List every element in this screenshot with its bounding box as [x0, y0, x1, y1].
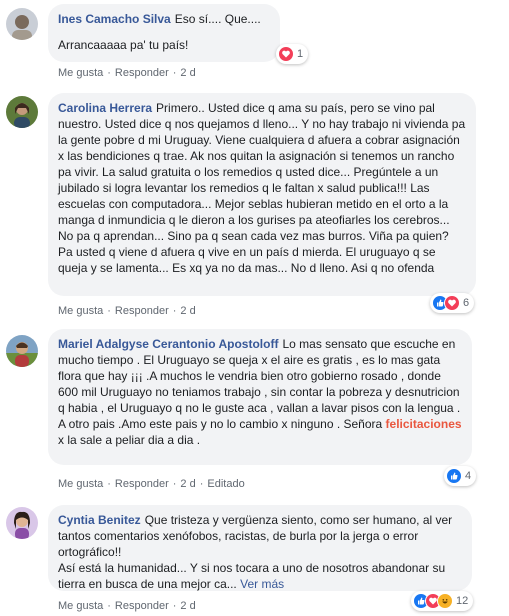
comment-actions: Me gusta · Responder · 2 d [58, 600, 196, 612]
avatar[interactable] [6, 335, 38, 367]
reactions-badge[interactable]: 1 [276, 44, 309, 64]
like-button[interactable]: Me gusta [58, 478, 103, 490]
reaction-count: 6 [463, 297, 470, 309]
reactions-badge[interactable]: 4 [444, 466, 477, 486]
author-name[interactable]: Carolina Herrera [58, 101, 152, 115]
haha-icon [437, 593, 453, 609]
see-more-link[interactable]: Ver más [240, 577, 284, 591]
comment-text: Arrancaaaaa pa' tu país! [58, 38, 189, 52]
reply-button[interactable]: Responder [115, 478, 169, 490]
reactions-badge[interactable]: 6 [430, 293, 475, 313]
comment-bubble: Ines Camacho Silva Eso sí.... Que.... Arr… [48, 4, 280, 62]
avatar[interactable] [6, 8, 38, 40]
timestamp[interactable]: 2 d [180, 67, 195, 79]
reaction-count: 1 [297, 48, 304, 60]
edited-label[interactable]: Editado [207, 478, 244, 490]
reply-button[interactable]: Responder [115, 600, 169, 612]
author-name[interactable]: Cyntia Benitez [58, 513, 141, 527]
like-button[interactable]: Me gusta [58, 67, 103, 79]
like-button[interactable]: Me gusta [58, 600, 103, 612]
comment-bubble: Carolina Herrera Primero.. Usted dice q a… [48, 93, 476, 296]
comment-bubble: Mariel Adalgyse Cerantonio Apostoloff Lo … [48, 329, 472, 465]
author-name[interactable]: Ines Camacho Silva [58, 12, 171, 26]
comment-text: Primero.. Usted dice q ama su país, pero… [58, 101, 466, 275]
highlighted-word: felicitaciones [385, 417, 462, 431]
love-icon [278, 46, 294, 62]
comment-actions: Me gusta · Responder · 2 d [58, 67, 196, 79]
timestamp[interactable]: 2 d [180, 478, 195, 490]
reaction-count: 12 [456, 595, 469, 607]
like-button[interactable]: Me gusta [58, 305, 103, 317]
reply-button[interactable]: Responder [115, 67, 169, 79]
like-icon [446, 468, 462, 484]
reaction-count: 4 [465, 470, 472, 482]
reply-button[interactable]: Responder [115, 305, 169, 317]
comment-actions: Me gusta · Responder · 2 d · Editado [58, 478, 245, 490]
comment-bubble: Cyntia Benitez Que tristeza y vergüenza s… [48, 505, 472, 591]
timestamp[interactable]: 2 d [180, 600, 195, 612]
love-icon [444, 295, 460, 311]
reactions-badge[interactable]: 12 [411, 591, 474, 611]
timestamp[interactable]: 2 d [180, 305, 195, 317]
author-name[interactable]: Mariel Adalgyse Cerantonio Apostoloff [58, 337, 278, 351]
avatar[interactable] [6, 507, 38, 539]
avatar[interactable] [6, 96, 38, 128]
comment-actions: Me gusta · Responder · 2 d [58, 305, 196, 317]
comment-text: x la sale a peliar dia a dia . [58, 433, 201, 447]
comment-text: Eso sí.... Que.... [174, 12, 261, 26]
